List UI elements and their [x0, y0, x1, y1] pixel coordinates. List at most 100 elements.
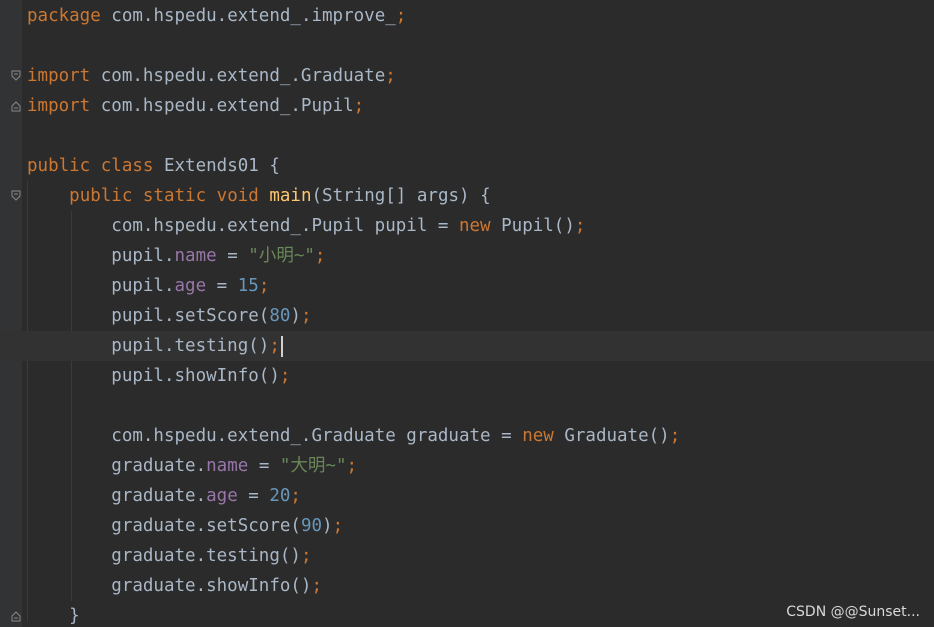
code-token: pupil.showInfo() [27, 366, 280, 386]
code-line[interactable]: public static void main(String[] args) { [0, 181, 934, 211]
code-token: com.hspedu.extend_.Graduate graduate = [27, 426, 523, 446]
code-line[interactable]: import com.hspedu.extend_.Pupil; [0, 91, 934, 121]
code-token: 80 [269, 306, 291, 326]
code-line-text: public class Extends01 { [27, 151, 280, 181]
code-token: main [269, 186, 312, 206]
code-token: age [206, 486, 238, 506]
code-token: } [27, 606, 80, 626]
code-token: ; [395, 6, 407, 26]
csdn-watermark: CSDN @@Sunset... [786, 604, 920, 620]
code-token: 15 [237, 276, 259, 296]
code-token: com.hspedu.extend_.Pupil pupil = [27, 216, 459, 236]
code-token: com.hspedu.extend_.Pupil [90, 96, 354, 116]
code-editor[interactable]: package com.hspedu.extend_.improve_; impo… [0, 0, 934, 627]
code-line[interactable]: package com.hspedu.extend_.improve_; [0, 1, 934, 31]
code-line[interactable]: graduate.name = "大明~"; [0, 451, 934, 481]
code-token: ; [346, 456, 358, 476]
code-line[interactable] [0, 31, 934, 61]
code-line-text: com.hspedu.extend_.Pupil pupil = new Pup… [27, 211, 585, 241]
code-token: com.hspedu.extend_.Graduate [90, 66, 386, 86]
code-line-text: pupil.age = 15; [27, 271, 269, 301]
code-token: "大明~" [279, 456, 347, 476]
code-token: graduate. [27, 486, 207, 506]
code-line[interactable]: graduate.age = 20; [0, 481, 934, 511]
code-token: = [248, 456, 280, 476]
code-line-text: graduate.testing(); [27, 541, 311, 571]
code-line-text: } [27, 601, 80, 627]
code-line-text: graduate.name = "大明~"; [27, 451, 357, 481]
code-token: pupil. [27, 246, 175, 266]
code-line-text: graduate.showInfo(); [27, 571, 322, 601]
code-token: graduate.showInfo() [27, 576, 312, 596]
code-token: ; [290, 486, 301, 506]
code-line-text: pupil.showInfo(); [27, 361, 290, 391]
code-token: ; [300, 546, 312, 566]
code-token: new [522, 426, 554, 446]
code-token: ; [314, 246, 326, 266]
code-line[interactable]: graduate.showInfo(); [0, 571, 934, 601]
code-token: ; [574, 216, 586, 236]
code-token: pupil. [27, 276, 175, 296]
code-token: new [458, 216, 491, 236]
code-line-text: pupil.setScore(80); [27, 301, 312, 331]
code-token: age [174, 276, 207, 296]
code-line[interactable]: pupil.name = "小明~"; [0, 241, 934, 271]
code-line[interactable]: public class Extends01 { [0, 151, 934, 181]
code-line-text: graduate.setScore(90); [27, 511, 343, 541]
code-line[interactable]: pupil.testing(); [0, 331, 934, 361]
code-token: import [27, 66, 91, 86]
code-token: name [174, 246, 217, 266]
code-token: Pupil() [490, 216, 575, 236]
code-line-text: import com.hspedu.extend_.Pupil; [27, 91, 364, 121]
code-token: ; [311, 576, 323, 596]
code-line-text: com.hspedu.extend_.Graduate graduate = n… [27, 421, 680, 451]
code-token: ; [332, 516, 344, 536]
code-token: 20 [269, 486, 291, 506]
code-token: = [206, 276, 238, 296]
code-token: graduate.testing() [27, 546, 301, 566]
code-line-text: pupil.name = "小明~"; [27, 241, 325, 271]
code-line-text: import com.hspedu.extend_.Graduate; [27, 61, 396, 91]
code-line[interactable] [0, 121, 934, 151]
code-token: ) [322, 516, 333, 536]
code-token: ; [669, 426, 681, 446]
code-token: name [206, 456, 249, 476]
code-token: ; [269, 336, 280, 356]
code-line-text: public static void main(String[] args) { [27, 181, 491, 211]
code-line[interactable]: graduate.testing(); [0, 541, 934, 571]
code-token: ; [300, 306, 312, 326]
code-token: graduate. [27, 456, 207, 476]
code-line-text: graduate.age = 20; [27, 481, 301, 511]
code-token: ; [258, 276, 270, 296]
code-token: pupil.setScore( [27, 306, 270, 326]
code-token: 90 [300, 516, 323, 536]
code-token: ) [290, 306, 301, 326]
code-line[interactable]: com.hspedu.extend_.Graduate graduate = n… [0, 421, 934, 451]
code-line-text: package com.hspedu.extend_.improve_; [27, 1, 406, 31]
code-token: ; [385, 66, 396, 86]
code-token: = [237, 486, 270, 506]
code-token: package [27, 6, 101, 26]
text-caret [280, 335, 283, 357]
code-line-text: pupil.testing(); [27, 331, 283, 361]
code-token: pupil.testing() [27, 336, 270, 356]
code-token: ; [353, 96, 365, 116]
code-line[interactable]: com.hspedu.extend_.Pupil pupil = new Pup… [0, 211, 934, 241]
code-line[interactable] [0, 391, 934, 421]
code-token: (String[] args) { [311, 186, 491, 206]
code-token: Graduate() [553, 426, 670, 446]
code-line[interactable]: pupil.age = 15; [0, 271, 934, 301]
code-token: public static void [69, 186, 259, 206]
code-line[interactable]: pupil.showInfo(); [0, 361, 934, 391]
code-token: = [216, 246, 249, 266]
code-token: public class [27, 156, 154, 176]
code-token: ; [279, 366, 291, 386]
code-token: Extends01 { [153, 156, 280, 176]
code-token: com.hspedu.extend_.improve_ [100, 6, 396, 26]
code-line[interactable]: import com.hspedu.extend_.Graduate; [0, 61, 934, 91]
code-line[interactable]: pupil.setScore(80); [0, 301, 934, 331]
code-line[interactable]: graduate.setScore(90); [0, 511, 934, 541]
code-token: import [27, 96, 91, 116]
